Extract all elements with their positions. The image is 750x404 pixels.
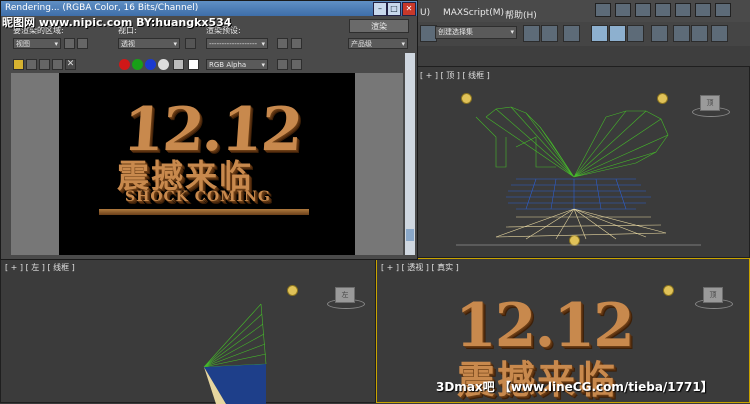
clone-frame-icon[interactable] [39,59,50,70]
rendered-image: 12.12 震撼来临 SHOCK COMING [59,73,355,255]
wire-green-fan [475,106,669,178]
area-dropdown[interactable]: 视图 [13,38,61,50]
main-toolbar: 创建选择集 [415,22,750,47]
viewport-perspective-label[interactable]: [ + ] [ 透视 ] [ 真实 ] [381,262,459,273]
red-channel-swatch[interactable] [119,59,130,70]
print-image-icon[interactable] [52,59,63,70]
alpha-channel-swatch[interactable] [158,59,169,70]
watermark-bottom: 3Dmax吧 【www.lineCG.com/tieba/1771】 [436,380,713,394]
preset-dropdown[interactable]: ------------------- [206,38,268,50]
mirror-icon[interactable] [523,25,540,42]
viewcube[interactable]: 顶 [703,287,723,303]
menu-icon-6[interactable] [695,3,711,17]
maximize-button[interactable]: □ [387,2,401,16]
viewport-top-label[interactable]: [ + ] [ 顶 ] [ 线框 ] [420,70,490,81]
ribbon-strip [415,46,750,67]
align-icon[interactable] [541,25,558,42]
green-channel-swatch[interactable] [132,59,143,70]
menu-maxscript[interactable]: MAXScript(M) [443,8,504,18]
render-frame-window: Rendering... (RGBA Color, 16 Bits/Channe… [0,0,418,260]
light-icon [287,285,298,296]
render-frame-icon[interactable] [691,25,708,42]
clear-icon[interactable]: ✕ [65,59,76,70]
selection-set-dropdown[interactable]: 创建选择集 [435,26,517,39]
wire-blue-block [506,178,651,210]
render-window-title: Rendering... (RGBA Color, 16 Bits/Channe… [5,3,199,13]
split-view-icon[interactable] [291,59,302,70]
product-level-dropdown[interactable]: 产品级 [348,38,408,50]
channel-dropdown[interactable]: RGB Alpha [206,59,268,71]
close-button[interactable]: ✕ [402,2,416,16]
blue-channel-swatch[interactable] [145,59,156,70]
menu-item-u[interactable]: U) [420,8,430,18]
auto-region-icon[interactable] [77,38,88,49]
material-editor-icon[interactable] [651,25,668,42]
menu-bar: U) MAXScript(M) 帮助(H) [415,0,750,23]
layer-icon[interactable] [563,25,580,42]
render-margin-right [355,73,403,255]
light-icon [663,285,674,296]
render-button[interactable]: 渲染 [349,19,409,33]
render-margin-left [11,73,59,255]
render-window-scrollbar[interactable] [405,53,415,255]
menu-icon-3[interactable] [635,3,651,17]
viewport-dropdown[interactable]: 透视 [118,38,180,50]
viewcube[interactable]: 左 [335,287,355,303]
menu-icon-1[interactable] [595,3,611,17]
schematic-view-icon[interactable] [627,25,644,42]
render-base-plate [99,209,309,215]
save-image-icon[interactable] [13,59,24,70]
menu-icon-2[interactable] [615,3,631,17]
wireframe-top-view [456,106,701,246]
display-mode-icon[interactable] [277,59,288,70]
lock-icon[interactable] [185,38,196,49]
edit-region-icon[interactable] [64,38,75,49]
menu-icon-5[interactable] [675,3,691,17]
render-setup-icon[interactable] [673,25,690,42]
viewport-top[interactable]: [ + ] [ 顶 ] [ 线框 ] 顶 [415,66,750,258]
menu-help[interactable]: 帮助(H) [505,8,537,21]
scrollbar-thumb[interactable] [406,229,414,241]
viewport-left-label[interactable]: [ + ] [ 左 ] [ 线框 ] [5,262,75,273]
copy-image-icon[interactable] [26,59,37,70]
render-headline-en: SHOCK COMING [125,189,271,205]
mono-icon[interactable] [173,59,184,70]
color-swatch-white[interactable] [188,59,199,70]
perspective-headline-cn: 震撼来临 [457,357,618,402]
menu-icon-4[interactable] [655,3,671,17]
render-setup-icon[interactable] [277,38,288,49]
menu-icon-7[interactable] [715,3,731,17]
environment-icon[interactable] [291,38,302,49]
curve-editor-icon[interactable] [609,25,626,42]
viewport-left[interactable]: [ + ] [ 左 ] [ 线框 ] 左 [0,258,376,404]
watermark-top: 昵图网 www.nipic.com BY:huangkx534 [2,16,232,29]
minimize-button[interactable]: – [373,2,387,16]
scene-explorer-icon[interactable] [591,25,608,42]
wire-tan-block [456,208,701,246]
render-teapot-icon[interactable] [711,25,728,42]
wireframe-left-view [203,303,267,404]
